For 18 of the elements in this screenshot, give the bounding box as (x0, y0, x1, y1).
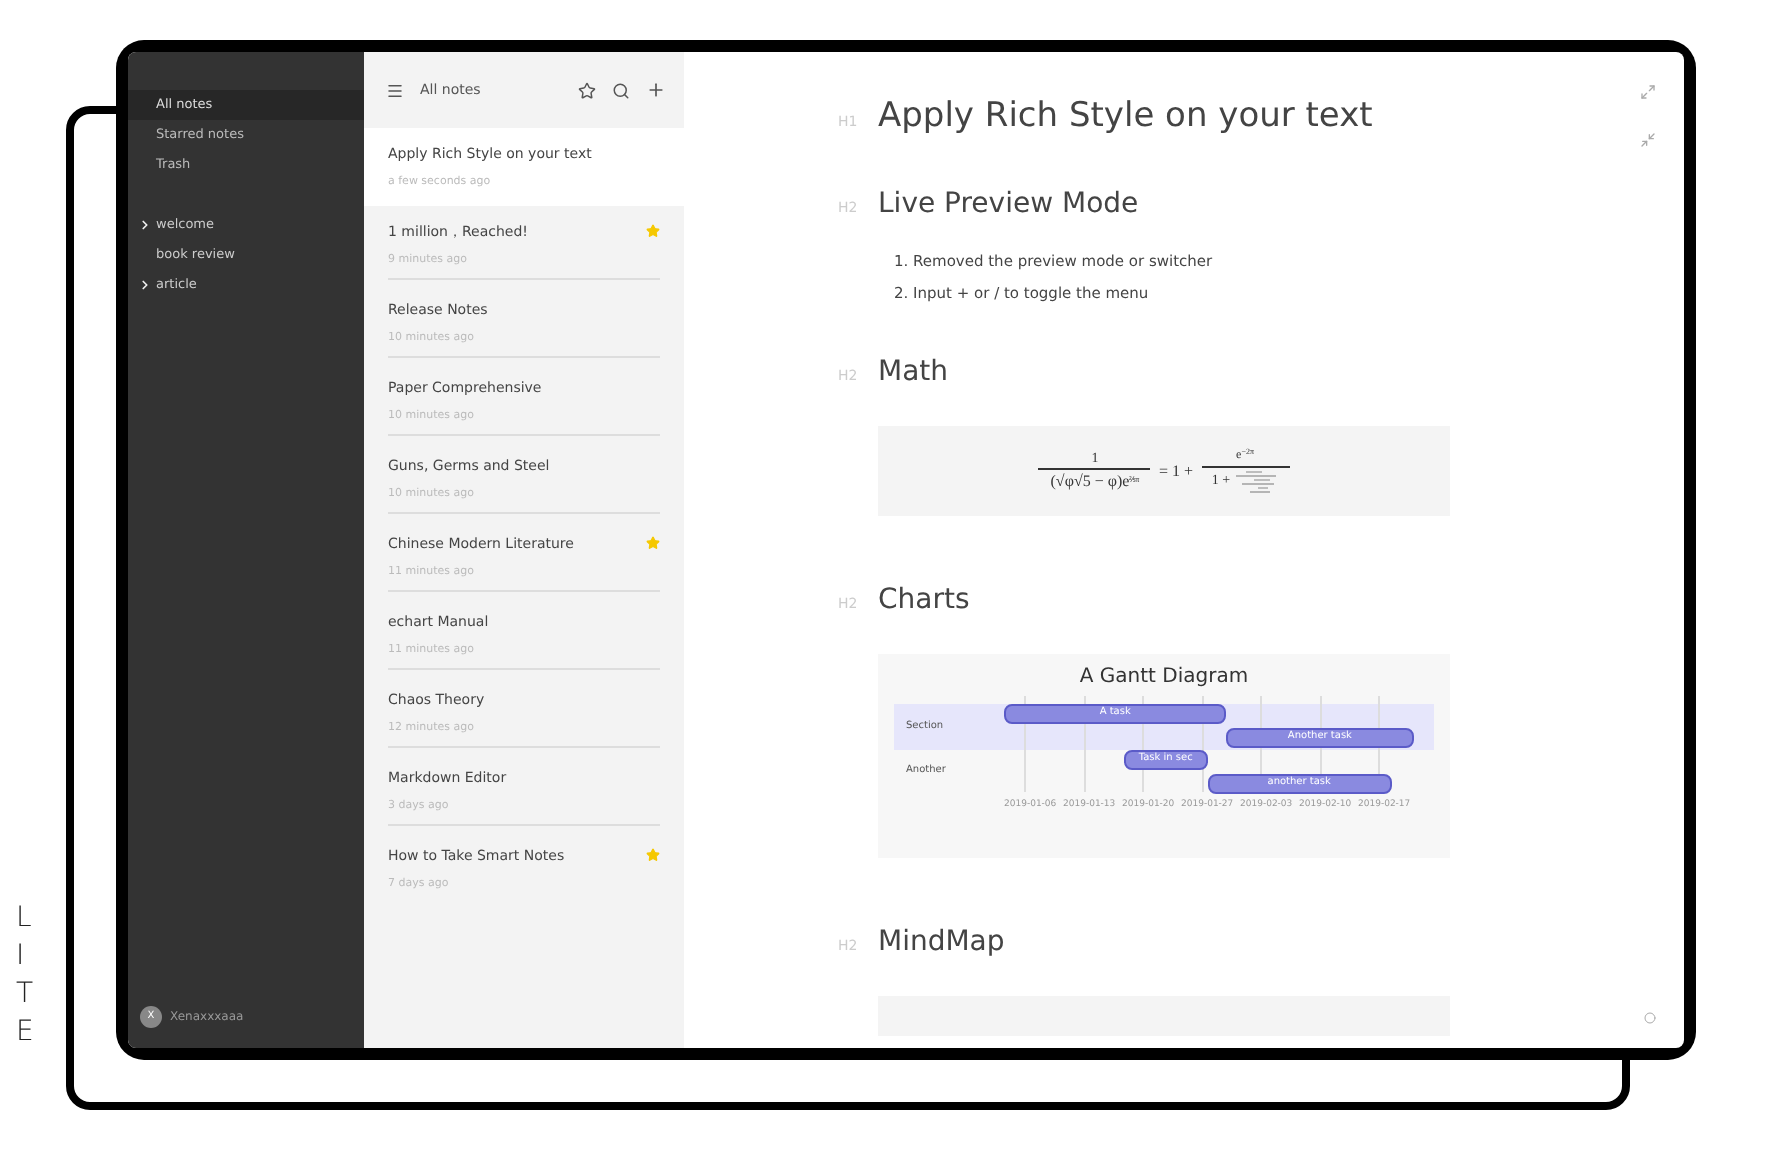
star-icon (646, 224, 660, 239)
star-icon (646, 536, 660, 551)
expand-icon[interactable] (137, 278, 151, 292)
brand-label: LITE (16, 900, 39, 1052)
heading: Live Preview Mode (878, 185, 1139, 223)
star-icon[interactable] (578, 81, 596, 99)
heading: Charts (878, 582, 970, 620)
menu-icon[interactable] (386, 81, 404, 99)
formula-equals: = 1 + (1158, 459, 1194, 483)
nested-fraction-drawing (1234, 467, 1279, 495)
search-icon[interactable] (612, 81, 630, 99)
expand-icon[interactable] (137, 218, 151, 232)
heading: MindMap (878, 924, 1005, 962)
add-icon[interactable] (646, 80, 666, 100)
heading: Math (878, 354, 949, 392)
heading: Apply Rich Style on your text (878, 94, 1373, 140)
star-icon (646, 848, 660, 863)
chart-title: A Gantt Diagram (1079, 664, 1249, 692)
